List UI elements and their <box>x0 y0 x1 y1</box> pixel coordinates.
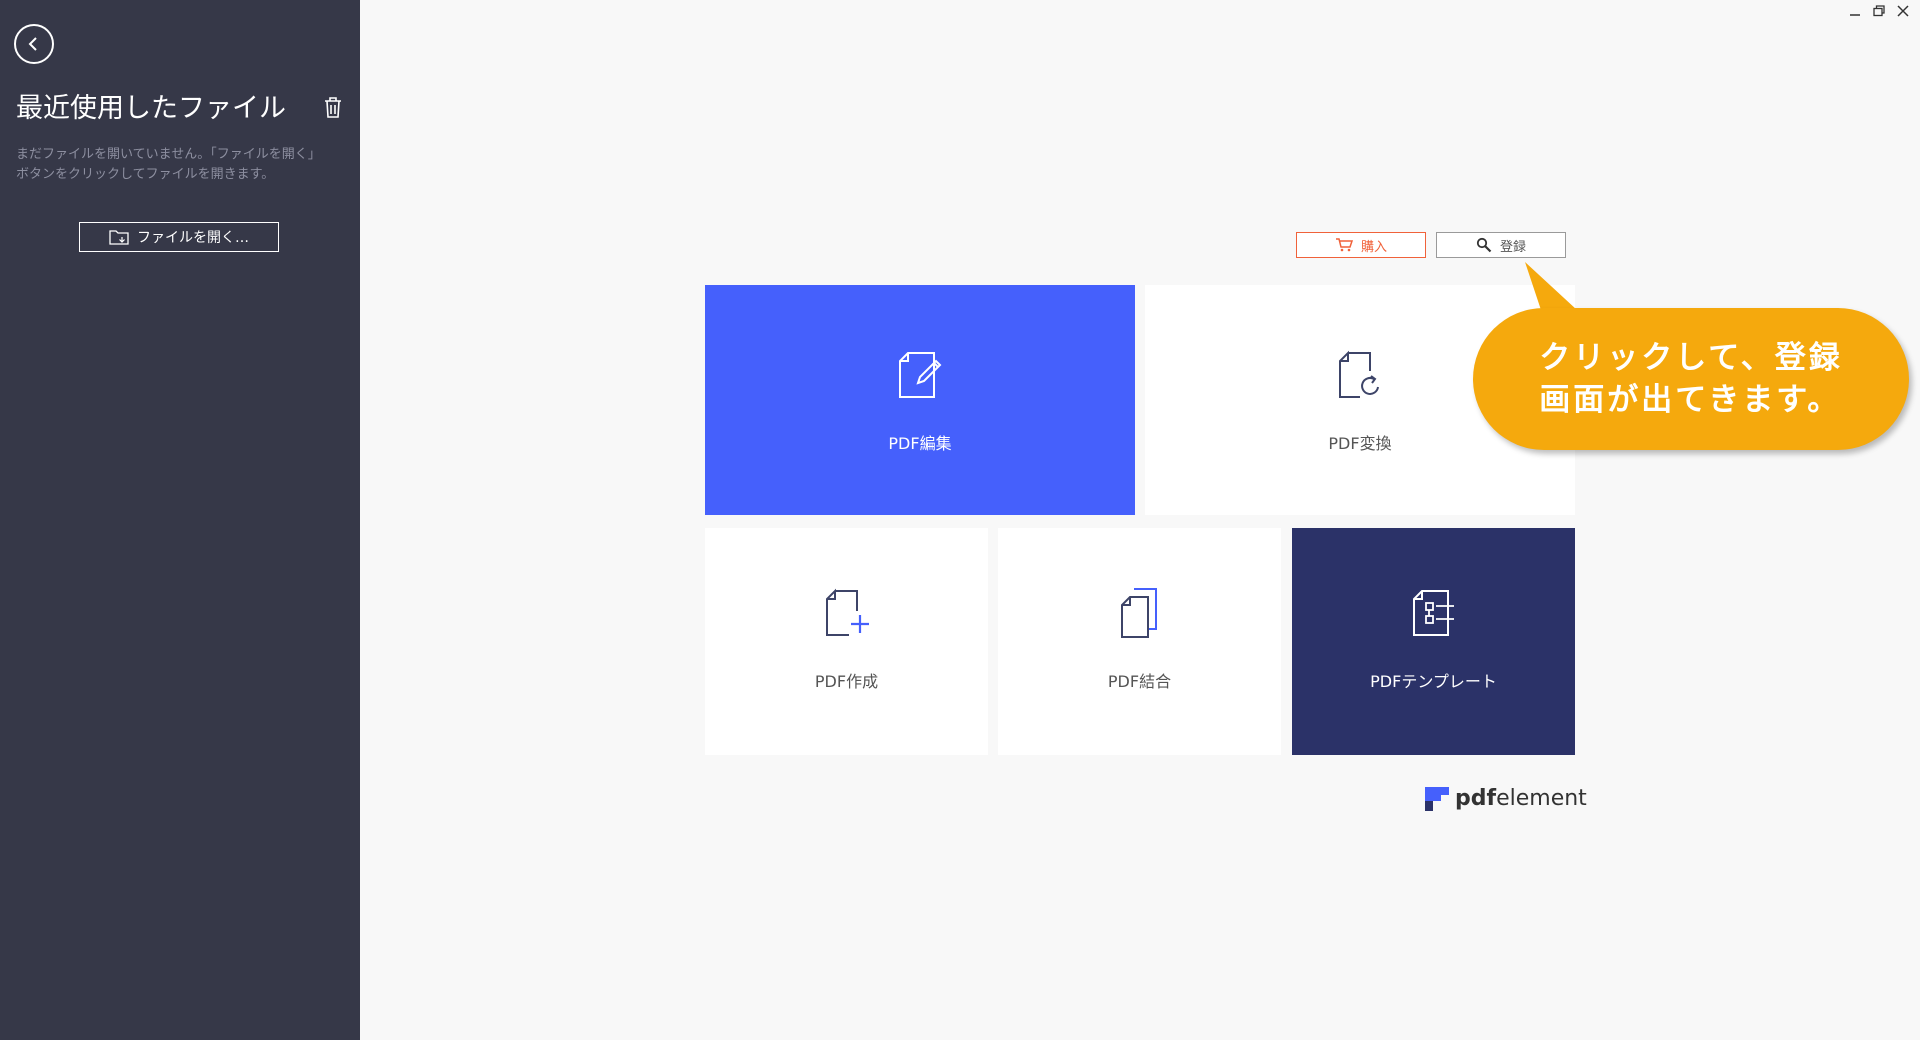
buy-button[interactable]: 購入 <box>1296 232 1426 258</box>
sidebar: 最近使用したファイル まだファイルを開いていません。「ファイルを開く」ボタンをク… <box>0 0 360 1040</box>
tile-label: PDFテンプレート <box>1370 672 1497 691</box>
tile-label: PDF作成 <box>814 672 879 691</box>
buy-label: 購入 <box>1360 239 1387 255</box>
tile-pdf-create[interactable]: PDF作成 <box>705 528 988 755</box>
cart-icon <box>1335 238 1353 252</box>
open-folder-icon <box>109 230 129 245</box>
tile-pdf-template[interactable]: PDFテンプレート <box>1292 528 1575 755</box>
trash-icon[interactable] <box>322 95 344 119</box>
tile-label: PDF変換 <box>1328 434 1392 453</box>
restore-icon[interactable] <box>1872 4 1886 18</box>
edit-document-icon <box>899 352 942 398</box>
key-search-icon <box>1476 237 1492 253</box>
tile-label: PDF編集 <box>888 434 952 453</box>
callout-bubble: クリックして、登録 画面が出てきます。 <box>1473 308 1909 450</box>
pdfelement-logo-icon <box>1425 786 1449 811</box>
callout-text: クリックして、登録 画面が出てきます。 <box>1539 340 1843 418</box>
window-controls <box>1848 4 1910 18</box>
open-file-label: ファイルを開く… <box>137 230 249 246</box>
logo-text-strong: pdf <box>1455 786 1497 811</box>
pdfelement-logo: pdfelement <box>1425 786 1587 811</box>
create-document-icon <box>825 588 869 636</box>
open-file-button[interactable]: ファイルを開く… <box>79 222 279 252</box>
convert-document-icon <box>1339 350 1379 398</box>
chevron-left-icon <box>28 37 37 51</box>
minimize-icon[interactable] <box>1848 4 1862 18</box>
tile-label: PDF結合 <box>1107 672 1172 691</box>
register-label: 登録 <box>1499 239 1526 255</box>
template-icon <box>1412 590 1454 636</box>
register-button[interactable]: 登録 <box>1436 232 1566 258</box>
sidebar-title: 最近使用したファイル <box>16 93 286 124</box>
combine-documents-icon <box>1120 588 1157 638</box>
tile-pdf-edit[interactable]: PDF編集 <box>705 285 1135 515</box>
logo-text-rest: element <box>1496 786 1587 811</box>
close-icon[interactable] <box>1896 4 1910 18</box>
sidebar-empty-message: まだファイルを開いていません。「ファイルを開く」ボタンをクリックしてファイルを開… <box>16 147 315 182</box>
tile-pdf-combine[interactable]: PDF結合 <box>998 528 1281 755</box>
back-button[interactable] <box>14 24 54 64</box>
